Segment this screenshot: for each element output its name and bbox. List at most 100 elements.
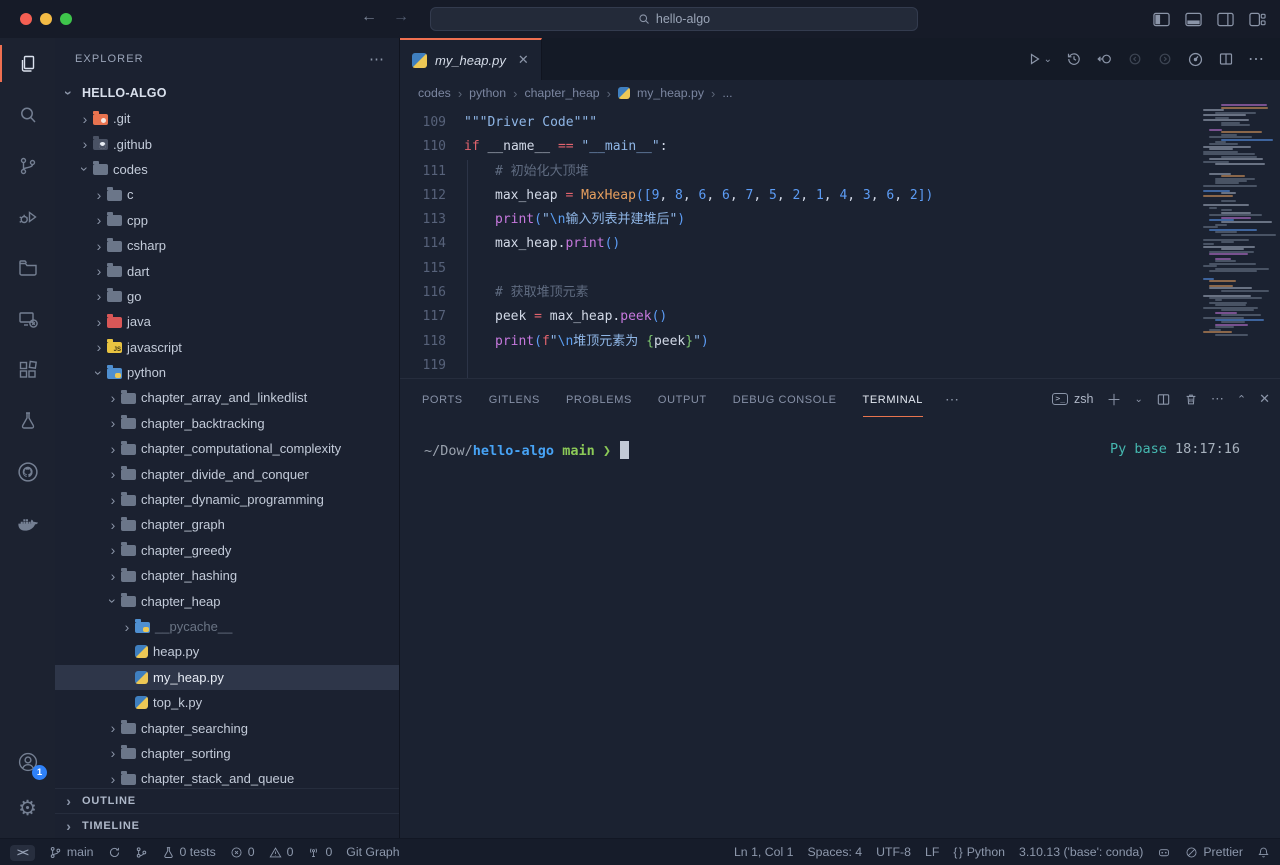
tree-item-javascript[interactable]: ›javascript bbox=[55, 335, 399, 360]
status-item-git-branch[interactable]: main bbox=[49, 845, 94, 859]
tree-item-chapter_dynamic_programming[interactable]: ›chapter_dynamic_programming bbox=[55, 487, 399, 512]
editor-more-actions-icon[interactable]: ⋯ bbox=[1248, 49, 1264, 69]
split-terminal-icon[interactable] bbox=[1156, 392, 1171, 407]
close-panel-icon[interactable]: ✕ bbox=[1259, 391, 1270, 407]
outline-section[interactable]: › OUTLINE bbox=[55, 788, 399, 813]
status-item-language-mode[interactable]: { }Python bbox=[953, 845, 1005, 859]
code-editor[interactable]: 109"""Driver Code"""110if __name__ == "_… bbox=[400, 106, 1280, 378]
file-history-icon[interactable] bbox=[1096, 51, 1113, 67]
timeline-history-icon[interactable] bbox=[1066, 51, 1082, 67]
tree-item-my_heap.py[interactable]: my_heap.py bbox=[55, 665, 399, 690]
tree-item-chapter_graph[interactable]: ›chapter_graph bbox=[55, 512, 399, 537]
activity-search[interactable] bbox=[0, 89, 55, 140]
tree-item-go[interactable]: ›go bbox=[55, 284, 399, 309]
navigate-back-icon[interactable]: ← bbox=[358, 8, 380, 26]
activity-source-control[interactable] bbox=[0, 140, 55, 191]
prev-change-icon[interactable] bbox=[1127, 51, 1143, 67]
status-item-test-results[interactable]: 0 tests bbox=[162, 845, 216, 859]
status-item-notifications[interactable] bbox=[1257, 846, 1270, 859]
run-python-file-button[interactable]: ⌄ bbox=[1026, 51, 1052, 67]
maximize-panel-icon[interactable]: ⌃ bbox=[1237, 393, 1246, 406]
split-editor-icon[interactable] bbox=[1218, 51, 1234, 67]
kill-terminal-icon[interactable] bbox=[1184, 392, 1198, 407]
breadcrumb-item[interactable]: python bbox=[469, 86, 506, 100]
tree-item-chapter_greedy[interactable]: ›chapter_greedy bbox=[55, 538, 399, 563]
status-item-encoding[interactable]: UTF-8 bbox=[876, 845, 911, 859]
status-item-git-graph-icon-item[interactable] bbox=[135, 846, 148, 859]
panel-tab-ports[interactable]: PORTS bbox=[422, 382, 463, 416]
breadcrumb-item[interactable]: codes bbox=[418, 86, 451, 100]
tree-item-heap.py[interactable]: heap.py bbox=[55, 639, 399, 664]
activity-extensions[interactable] bbox=[0, 344, 55, 395]
status-item-git-graph[interactable]: Git Graph bbox=[346, 845, 399, 859]
activity-docker[interactable] bbox=[0, 497, 55, 548]
settings-button[interactable]: ⚙ bbox=[0, 786, 55, 830]
tree-item-.github[interactable]: ›.github bbox=[55, 131, 399, 156]
status-item-errors[interactable]: 0 bbox=[230, 845, 255, 859]
panel-more-actions-icon[interactable]: ⋯ bbox=[1211, 391, 1224, 407]
tree-item-chapter_divide_and_conquer[interactable]: ›chapter_divide_and_conquer bbox=[55, 461, 399, 486]
tree-item-codes[interactable]: ›codes bbox=[55, 157, 399, 182]
activity-github[interactable] bbox=[0, 446, 55, 497]
tree-item-csharp[interactable]: ›csharp bbox=[55, 233, 399, 258]
editor-tab-my-heap[interactable]: my_heap.py ✕ bbox=[400, 38, 542, 80]
accounts-button[interactable]: 1 bbox=[0, 738, 55, 786]
toggle-sidebar-icon[interactable] bbox=[1153, 12, 1170, 27]
status-item-copilot[interactable] bbox=[1157, 846, 1171, 859]
terminal[interactable]: ~/Dow/hello-algo main ❯ Py base 18:17:16 bbox=[400, 419, 1280, 459]
customize-layout-icon[interactable] bbox=[1249, 12, 1266, 27]
panel-tab-output[interactable]: OUTPUT bbox=[658, 382, 707, 416]
tree-item-chapter_searching[interactable]: ›chapter_searching bbox=[55, 715, 399, 740]
toggle-panel-icon[interactable] bbox=[1185, 12, 1202, 27]
activity-project-folder[interactable] bbox=[0, 242, 55, 293]
terminal-shell-chip[interactable]: >_ zsh bbox=[1052, 392, 1093, 406]
tree-item-__pycache__[interactable]: ›__pycache__ bbox=[55, 614, 399, 639]
panel-more-tabs-icon[interactable]: ⋯ bbox=[945, 391, 960, 408]
tree-item-dart[interactable]: ›dart bbox=[55, 258, 399, 283]
tree-item-java[interactable]: ›java bbox=[55, 309, 399, 334]
timeline-section[interactable]: › TIMELINE bbox=[55, 813, 399, 838]
close-tab-icon[interactable]: ✕ bbox=[518, 52, 529, 68]
tree-item-chapter_sorting[interactable]: ›chapter_sorting bbox=[55, 741, 399, 766]
breadcrumb-item[interactable]: my_heap.py bbox=[637, 86, 704, 100]
next-change-icon[interactable] bbox=[1157, 51, 1173, 67]
panel-tab-terminal[interactable]: TERMINAL bbox=[863, 382, 923, 417]
activity-explorer[interactable] bbox=[0, 38, 55, 89]
tree-item-c[interactable]: ›c bbox=[55, 182, 399, 207]
command-center-search[interactable]: hello-algo bbox=[430, 7, 918, 31]
breadcrumb-item[interactable]: chapter_heap bbox=[524, 86, 599, 100]
tree-item-chapter_array_and_linkedlist[interactable]: ›chapter_array_and_linkedlist bbox=[55, 385, 399, 410]
panel-tab-problems[interactable]: PROBLEMS bbox=[566, 382, 632, 416]
gitlens-graph-icon[interactable] bbox=[1187, 51, 1204, 68]
explorer-more-actions-icon[interactable]: ⋯ bbox=[369, 50, 385, 68]
close-window-button[interactable] bbox=[20, 13, 32, 25]
tree-item-top_k.py[interactable]: top_k.py bbox=[55, 690, 399, 715]
terminal-dropdown-icon[interactable]: ⌄ bbox=[1134, 394, 1142, 405]
status-item-python-interpreter[interactable]: 3.10.13 ('base': conda) bbox=[1019, 845, 1143, 859]
status-item-indentation[interactable]: Spaces: 4 bbox=[807, 845, 862, 859]
panel-tab-debug-console[interactable]: DEBUG CONSOLE bbox=[733, 382, 837, 416]
minimize-window-button[interactable] bbox=[40, 13, 52, 25]
status-item-warnings[interactable]: 0 bbox=[269, 845, 294, 859]
tree-item-chapter_heap[interactable]: ›chapter_heap bbox=[55, 588, 399, 613]
status-item-prettier[interactable]: Prettier bbox=[1185, 845, 1243, 859]
tree-item-chapter_computational_complexity[interactable]: ›chapter_computational_complexity bbox=[55, 436, 399, 461]
tree-item-chapter_hashing[interactable]: ›chapter_hashing bbox=[55, 563, 399, 588]
activity-remote-explorer[interactable] bbox=[0, 293, 55, 344]
code-area[interactable]: 109"""Driver Code"""110if __name__ == "_… bbox=[400, 106, 1280, 378]
status-item-cursor-position[interactable]: Ln 1, Col 1 bbox=[734, 845, 793, 859]
breadcrumb-item[interactable]: ... bbox=[722, 86, 732, 100]
navigate-forward-icon[interactable]: → bbox=[390, 8, 412, 26]
zoom-window-button[interactable] bbox=[60, 13, 72, 25]
activity-testing[interactable] bbox=[0, 395, 55, 446]
status-item-sync-changes[interactable] bbox=[108, 846, 121, 859]
run-dropdown-icon[interactable]: ⌄ bbox=[1044, 54, 1052, 65]
activity-run-debug[interactable] bbox=[0, 191, 55, 242]
status-item-eol[interactable]: LF bbox=[925, 845, 939, 859]
panel-tab-gitlens[interactable]: GITLENS bbox=[489, 382, 540, 416]
tree-root[interactable]: › HELLO-ALGO bbox=[55, 80, 399, 106]
minimap[interactable] bbox=[1200, 102, 1274, 334]
new-terminal-icon[interactable]: ＋ bbox=[1106, 389, 1121, 410]
toggle-secondary-sidebar-icon[interactable] bbox=[1217, 12, 1234, 27]
tree-item-.git[interactable]: ›.git bbox=[55, 106, 399, 131]
